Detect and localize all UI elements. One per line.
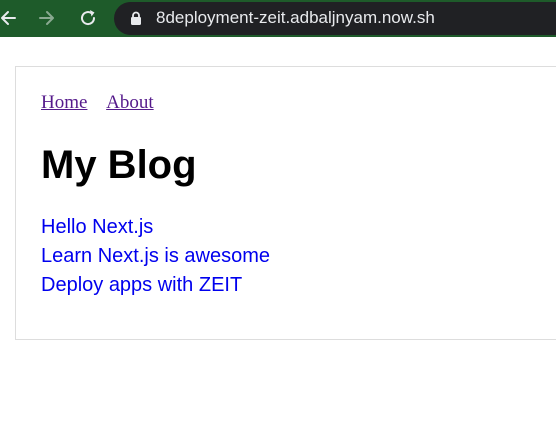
post-link-learn-nextjs[interactable]: Learn Next.js is awesome — [41, 245, 270, 267]
page-viewport: Home About My Blog Hello Next.js Learn N… — [0, 37, 556, 442]
url-text: 8deployment-zeit.adbaljnyam.now.sh — [156, 8, 435, 27]
post-link-hello-nextjs[interactable]: Hello Next.js — [41, 216, 153, 238]
nav-link-about[interactable]: About — [106, 92, 154, 113]
post-list: Hello Next.js Learn Next.js is awesome D… — [41, 213, 270, 300]
address-bar[interactable]: 8deployment-zeit.adbaljnyam.now.sh — [114, 2, 556, 35]
browser-toolbar: 8deployment-zeit.adbaljnyam.now.sh — [0, 0, 556, 37]
post-link-deploy-zeit[interactable]: Deploy apps with ZEIT — [41, 274, 242, 296]
list-item: Hello Next.js — [41, 213, 270, 242]
back-button[interactable] — [0, 4, 22, 32]
reload-button[interactable] — [74, 4, 102, 32]
page-container: Home About My Blog Hello Next.js Learn N… — [15, 66, 556, 340]
forward-button[interactable] — [33, 4, 61, 32]
page-title: My Blog — [41, 143, 197, 187]
nav-link-home[interactable]: Home — [41, 92, 87, 113]
top-nav: Home About — [41, 92, 169, 114]
lock-icon — [131, 11, 141, 25]
list-item: Deploy apps with ZEIT — [41, 271, 270, 300]
back-arrow-icon — [1, 11, 16, 25]
list-item: Learn Next.js is awesome — [41, 242, 270, 271]
reload-icon — [81, 10, 96, 26]
forward-arrow-icon — [39, 11, 54, 25]
